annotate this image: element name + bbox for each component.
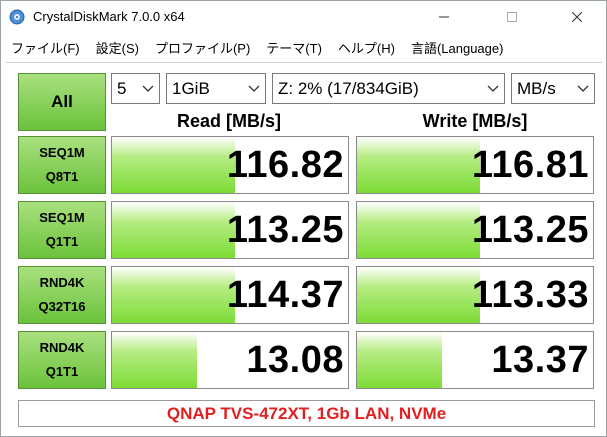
minimize-icon — [439, 16, 449, 18]
test-count-select[interactable]: 5 — [111, 73, 160, 104]
read-result-value: 113.25 — [226, 209, 344, 251]
test-label-line1: RND4K — [39, 340, 85, 355]
menu-help[interactable]: ヘルプ(H) — [328, 38, 401, 57]
unit-value: MB/s — [517, 78, 556, 98]
test-size-value: 1GiB — [172, 78, 210, 98]
close-button[interactable] — [554, 1, 600, 33]
run-all-button[interactable]: All — [18, 73, 106, 131]
chevron-down-icon — [487, 85, 499, 92]
read-result-bar — [112, 332, 197, 388]
test-button-seq1m-q1t1[interactable]: SEQ1M Q1T1 — [18, 201, 106, 259]
test-button-rnd4k-q1t1[interactable]: RND4K Q1T1 — [18, 331, 106, 389]
test-label-line2: Q8T1 — [45, 169, 79, 184]
read-result-value: 116.82 — [226, 144, 344, 186]
test-count-value: 5 — [117, 78, 127, 98]
test-label-line2: Q32T16 — [38, 299, 86, 314]
menu-theme[interactable]: テーマ(T) — [256, 38, 328, 57]
read-result: 116.82 — [111, 136, 349, 194]
drive-select[interactable]: Z: 2% (17/834GiB) — [272, 73, 505, 104]
menu-settings[interactable]: 設定(S) — [86, 38, 145, 57]
menu-profile[interactable]: プロファイル(P) — [145, 38, 256, 57]
test-button-rnd4k-q32t16[interactable]: RND4K Q32T16 — [18, 266, 106, 324]
menu-language[interactable]: 言語(Language) — [401, 38, 510, 57]
test-label-line2: Q1T1 — [45, 234, 79, 249]
write-result-value: 13.37 — [491, 339, 589, 381]
comment-field[interactable]: QNAP TVS-472XT, 1Gb LAN, NVMe — [18, 400, 595, 427]
read-result: 113.25 — [111, 201, 349, 259]
write-result-value: 113.33 — [471, 274, 589, 316]
write-column-header: Write [MB/s] — [422, 111, 528, 131]
maximize-icon — [507, 12, 517, 22]
benchmark-panel: All 5 1GiB Z: 2% (17/834GiB) MB/s Read [… — [6, 62, 602, 435]
test-label-line1: RND4K — [39, 275, 85, 290]
write-result: 113.25 — [356, 201, 594, 259]
app-window: CrystalDiskMark 7.0.0 x64 ファイル(F) 設定(S) … — [0, 0, 607, 437]
chevron-down-icon — [142, 85, 154, 92]
test-label-line1: SEQ1M — [39, 210, 85, 225]
menu-file[interactable]: ファイル(F) — [1, 38, 86, 57]
read-column-header: Read [MB/s] — [176, 111, 281, 131]
read-result-value: 114.37 — [226, 274, 344, 316]
write-result: 113.33 — [356, 266, 594, 324]
drive-value: Z: 2% (17/834GiB) — [278, 78, 419, 98]
read-result-bar — [112, 267, 235, 323]
read-result-value: 13.08 — [246, 339, 344, 381]
write-result-value: 116.81 — [471, 144, 589, 186]
test-label-line2: Q1T1 — [45, 364, 79, 379]
write-result-bar — [357, 137, 480, 193]
read-result-bar — [112, 137, 235, 193]
write-result-bar — [357, 332, 442, 388]
title-bar: CrystalDiskMark 7.0.0 x64 — [1, 1, 606, 33]
menu-bar: ファイル(F) 設定(S) プロファイル(P) テーマ(T) ヘルプ(H) 言語… — [1, 34, 606, 60]
write-result: 116.81 — [356, 136, 594, 194]
chevron-down-icon — [248, 85, 260, 92]
chevron-down-icon — [577, 85, 589, 92]
write-result-bar — [357, 267, 480, 323]
write-result-value: 113.25 — [471, 209, 589, 251]
read-result: 13.08 — [111, 331, 349, 389]
close-icon — [572, 12, 582, 22]
write-result: 13.37 — [356, 331, 594, 389]
window-title: CrystalDiskMark 7.0.0 x64 — [33, 9, 185, 24]
read-result: 114.37 — [111, 266, 349, 324]
minimize-button[interactable] — [421, 1, 467, 33]
test-label-line1: SEQ1M — [39, 145, 85, 160]
read-result-bar — [112, 202, 235, 258]
test-button-seq1m-q8t1[interactable]: SEQ1M Q8T1 — [18, 136, 106, 194]
unit-select[interactable]: MB/s — [511, 73, 595, 104]
write-result-bar — [357, 202, 480, 258]
app-icon — [9, 9, 25, 25]
maximize-button[interactable] — [489, 1, 535, 33]
test-size-select[interactable]: 1GiB — [166, 73, 266, 104]
